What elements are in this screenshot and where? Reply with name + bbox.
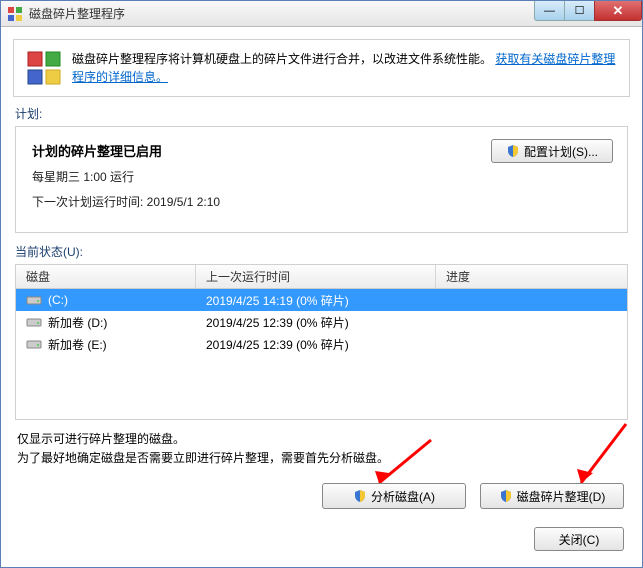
last-run: 2019/4/25 14:19 (0% 碎片) [196,292,436,309]
schedule-line-2: 下一次计划运行时间: 2019/5/1 2:10 [32,193,611,210]
app-icon [7,6,23,22]
col-header-disk[interactable]: 磁盘 [16,265,196,288]
col-header-last[interactable]: 上一次运行时间 [196,265,436,288]
table-row[interactable]: (C:) 2019/4/25 14:19 (0% 碎片) [16,289,627,311]
last-run: 2019/4/25 12:39 (0% 碎片) [196,336,436,353]
table-header: 磁盘 上一次运行时间 进度 [16,265,627,289]
window-close-button[interactable]: ✕ [594,1,642,21]
schedule-line-1: 每星期三 1:00 运行 [32,168,611,185]
col-header-progress[interactable]: 进度 [436,265,627,288]
analyze-disk-button[interactable]: 分析磁盘(A) [322,483,466,509]
note-line-2: 为了最好地确定磁盘是否需要立即进行碎片整理，需要首先分析磁盘。 [17,449,626,468]
close-button-label: 关闭(C) [559,531,600,548]
drive-icon [26,294,42,306]
drive-icon [26,316,42,328]
window-title: 磁盘碎片整理程序 [29,5,125,22]
disk-name: 新加卷 (E:) [48,336,107,353]
configure-schedule-label: 配置计划(S)... [524,143,598,160]
close-button[interactable]: 关闭(C) [534,527,624,551]
maximize-button[interactable]: ☐ [564,1,594,21]
minimize-button[interactable]: — [534,1,564,21]
shield-icon [353,489,367,503]
window-controls: — ☐ ✕ [534,1,642,21]
shield-icon [499,489,513,503]
defragment-disk-button[interactable]: 磁盘碎片整理(D) [480,483,624,509]
info-description: 磁盘碎片整理程序将计算机硬盘上的碎片文件进行合并，以改进文件系统性能。 [72,52,492,66]
defragment-disk-label: 磁盘碎片整理(D) [517,488,606,505]
table-row[interactable]: 新加卷 (E:) 2019/4/25 12:39 (0% 碎片) [16,333,627,355]
drive-icon [26,338,42,350]
defrag-icon [26,50,62,86]
last-run: 2019/4/25 12:39 (0% 碎片) [196,314,436,331]
schedule-label: 计划: [15,105,628,122]
shield-icon [506,144,520,158]
status-panel: 磁盘 上一次运行时间 进度 (C:) 2019/4/25 14:19 (0% 碎片… [15,264,628,420]
note-block: 仅显示可进行碎片整理的磁盘。 为了最好地确定磁盘是否需要立即进行碎片整理，需要首… [17,430,626,468]
disk-name: 新加卷 (D:) [48,314,107,331]
schedule-panel: 计划的碎片整理已启用 每星期三 1:00 运行 下一次计划运行时间: 2019/… [15,126,628,233]
info-panel: 磁盘碎片整理程序将计算机硬盘上的碎片文件进行合并，以改进文件系统性能。 获取有关… [13,39,630,97]
analyze-disk-label: 分析磁盘(A) [371,488,435,505]
info-text: 磁盘碎片整理程序将计算机硬盘上的碎片文件进行合并，以改进文件系统性能。 获取有关… [72,50,617,86]
action-button-row: 分析磁盘(A) 磁盘碎片整理(D) [322,483,624,509]
note-line-1: 仅显示可进行碎片整理的磁盘。 [17,430,626,449]
close-button-row: 关闭(C) [534,527,624,551]
status-label: 当前状态(U): [15,243,628,260]
disk-name: (C:) [48,293,68,307]
window-root: 磁盘碎片整理程序 — ☐ ✕ 磁盘碎片整理程序将计算机硬盘上的碎片文件进行合并，… [0,0,643,568]
table-body: (C:) 2019/4/25 14:19 (0% 碎片) 新加卷 (D:) 2019/… [16,289,627,419]
configure-schedule-button[interactable]: 配置计划(S)... [491,139,613,163]
table-row[interactable]: 新加卷 (D:) 2019/4/25 12:39 (0% 碎片) [16,311,627,333]
titlebar: 磁盘碎片整理程序 — ☐ ✕ [1,1,642,27]
